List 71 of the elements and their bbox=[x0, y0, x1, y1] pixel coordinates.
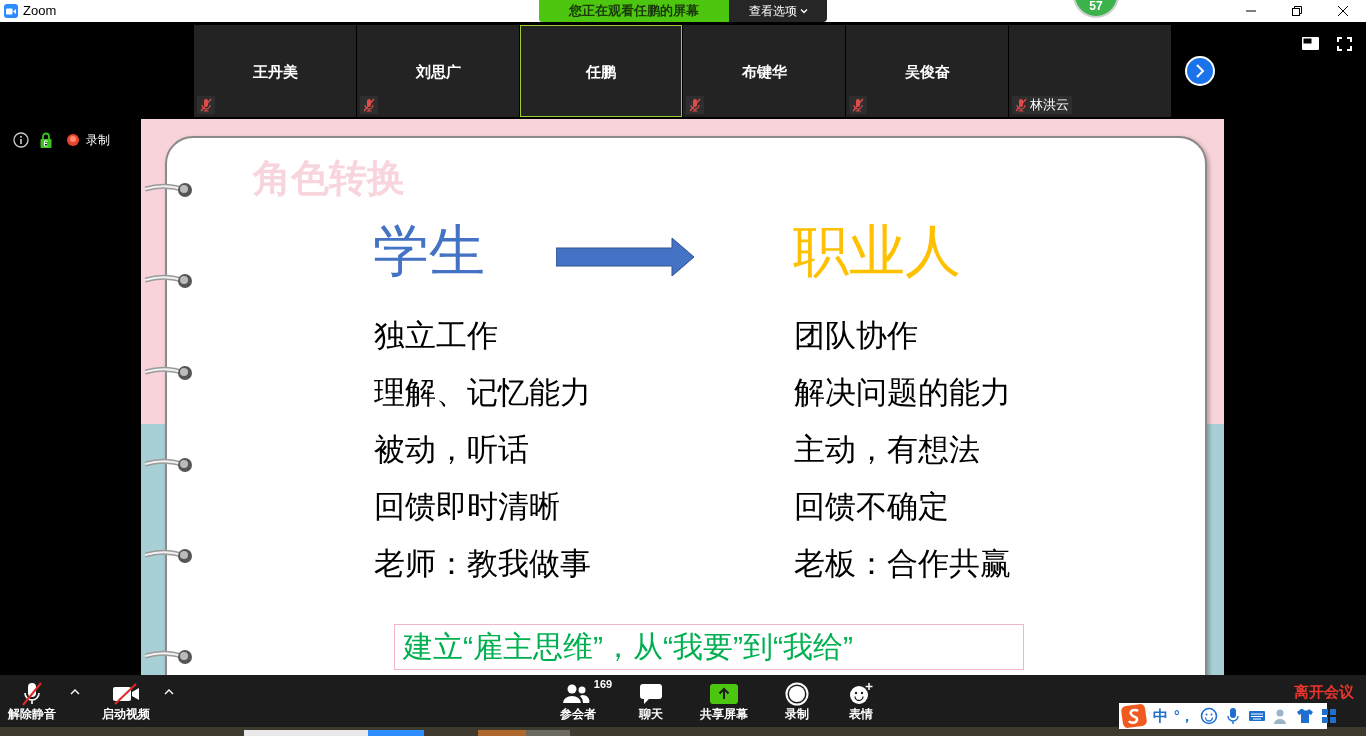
slide-list-item: 理解、记忆能力 bbox=[374, 376, 591, 410]
app-logo-icon bbox=[4, 4, 18, 18]
ime-mode[interactable]: 中 bbox=[1153, 704, 1168, 728]
mic-button[interactable]: 解除静音 bbox=[4, 675, 60, 721]
encryption-lock-icon[interactable] bbox=[40, 132, 52, 148]
shirt-icon[interactable] bbox=[1295, 707, 1314, 725]
participant-name: 林洪云 bbox=[1030, 96, 1069, 115]
record-button[interactable]: 录制 bbox=[768, 675, 826, 721]
view-options-button[interactable]: 查看选项 bbox=[729, 0, 827, 22]
participant-name: 王丹美 bbox=[251, 62, 299, 82]
muted-mic-icon bbox=[19, 682, 45, 706]
participants-button[interactable]: 169 参会者 bbox=[540, 675, 616, 721]
fullscreen-button[interactable] bbox=[1337, 37, 1352, 51]
chat-bubble-icon bbox=[639, 683, 663, 705]
slide-footer-text: 建立“雇主思维”，从“我要”到“我给” bbox=[394, 624, 1024, 670]
close-icon bbox=[1338, 6, 1348, 16]
sharing-banner: 您正在观看任鹏的屏幕 bbox=[539, 0, 729, 22]
view-layout-button[interactable] bbox=[1302, 37, 1319, 50]
smiley-icon bbox=[849, 683, 873, 705]
slide-list-item: 主动，有想法 bbox=[794, 433, 981, 467]
binder-ring-icon bbox=[145, 547, 193, 565]
share-button[interactable]: 共享屏幕 bbox=[686, 675, 762, 721]
recording-dot-icon bbox=[66, 133, 80, 147]
people-icon bbox=[561, 684, 590, 704]
slide-list-item: 回馈不确定 bbox=[794, 490, 950, 524]
participant-tile[interactable]: 林洪云 bbox=[1009, 25, 1171, 117]
chevron-down-icon bbox=[799, 8, 808, 14]
binder-ring-icon bbox=[145, 648, 193, 666]
participant-tile[interactable]: 布键华 bbox=[683, 25, 845, 117]
binder-ring-icon bbox=[145, 456, 193, 474]
participant-name: 吴俊奋 bbox=[903, 62, 951, 82]
count-badge: 57 bbox=[1073, 0, 1119, 18]
input-method-logo-icon[interactable] bbox=[1121, 704, 1147, 728]
column-heading: 学生 bbox=[373, 223, 485, 279]
leave-meeting-button[interactable]: 离开会议 bbox=[1294, 683, 1354, 701]
participant-tile[interactable]: 刘思广 bbox=[357, 25, 519, 117]
grid-icon[interactable] bbox=[1319, 707, 1338, 725]
binder-ring-icon bbox=[145, 272, 193, 290]
slide-list-item: 被动，听话 bbox=[374, 433, 530, 467]
smiley-icon[interactable] bbox=[1199, 707, 1218, 725]
caret-up-icon bbox=[70, 689, 80, 695]
chat-button[interactable]: 聊天 bbox=[622, 675, 680, 721]
video-off-icon bbox=[112, 683, 140, 705]
info-icon[interactable] bbox=[13, 132, 29, 148]
chevron-right-icon bbox=[1195, 64, 1205, 78]
recording-label: 录制 bbox=[86, 132, 110, 149]
binder-ring-icon bbox=[145, 181, 193, 199]
participant-name: 布键华 bbox=[740, 62, 788, 82]
participant-tile[interactable]: 王丹美 bbox=[194, 25, 356, 117]
slide-list-item: 回馈即时清晰 bbox=[374, 490, 561, 524]
caret-up-icon bbox=[164, 689, 174, 695]
reactions-button[interactable]: 表情 bbox=[832, 675, 890, 721]
video-button[interactable]: 启动视频 bbox=[98, 675, 154, 721]
ime-punctuation[interactable]: °， bbox=[1174, 705, 1194, 727]
slide-list-item: 老师：教我做事 bbox=[374, 547, 591, 581]
participant-name: 任鹏 bbox=[585, 62, 617, 82]
restore-icon bbox=[1292, 6, 1302, 16]
participant-count: 169 bbox=[593, 677, 613, 691]
participant-tile[interactable]: 任鹏 bbox=[520, 25, 682, 117]
participant-name: 刘思广 bbox=[414, 62, 462, 82]
slide-list-item: 团队协作 bbox=[794, 319, 919, 353]
participant-tile[interactable]: 吴俊奋 bbox=[846, 25, 1008, 117]
record-icon bbox=[785, 682, 809, 706]
window-title: Zoom bbox=[23, 2, 57, 21]
column-heading: 职业人 bbox=[793, 223, 961, 279]
arrow-icon bbox=[556, 238, 694, 276]
binder-ring-icon bbox=[145, 364, 193, 382]
slide-list-item: 独立工作 bbox=[374, 319, 499, 353]
next-page-button[interactable] bbox=[1185, 56, 1215, 86]
slide-list-item: 解决问题的能力 bbox=[794, 376, 1011, 410]
slide-list-item: 老板：合作共赢 bbox=[794, 547, 1011, 581]
